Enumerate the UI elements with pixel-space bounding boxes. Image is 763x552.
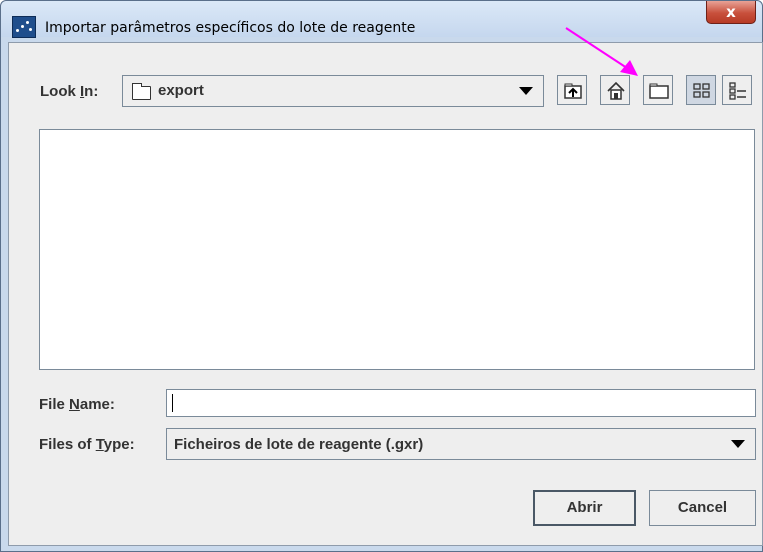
window-title: Importar parâmetros específicos do lote … <box>45 20 416 36</box>
look-in-value: export <box>158 82 204 99</box>
file-list[interactable] <box>39 129 755 370</box>
chevron-down-icon <box>519 87 533 95</box>
files-of-type-value: Ficheiros de lote de reagente (.gxr) <box>174 436 424 453</box>
chevron-down-icon <box>731 440 745 448</box>
open-button[interactable]: Abrir <box>533 490 636 526</box>
look-in-combo[interactable]: export <box>122 75 544 107</box>
list-view-button[interactable] <box>686 75 716 105</box>
file-name-field[interactable] <box>166 389 756 417</box>
files-of-type-combo[interactable]: Ficheiros de lote de reagente (.gxr) <box>166 428 756 460</box>
look-in-label: Look In: <box>40 83 99 100</box>
folder-icon <box>132 83 151 100</box>
annotation-arrow <box>565 27 638 76</box>
list-view-icon <box>693 83 710 98</box>
app-icon <box>12 16 36 38</box>
cancel-button[interactable]: Cancel <box>649 490 756 526</box>
close-icon: x <box>726 3 736 21</box>
close-button[interactable]: x <box>706 1 756 24</box>
details-view-icon <box>729 82 746 100</box>
file-name-label: File Name: <box>39 396 115 413</box>
details-view-button[interactable] <box>722 75 752 105</box>
text-caret <box>172 394 173 412</box>
files-of-type-label: Files of Type: <box>39 436 135 453</box>
